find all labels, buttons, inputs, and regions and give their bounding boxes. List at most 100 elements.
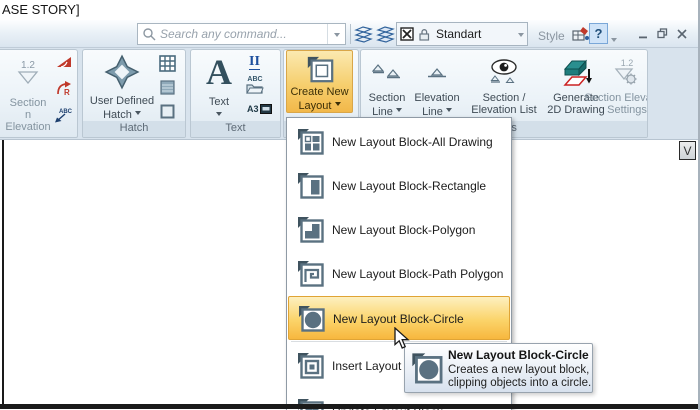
menu-item-label: New Layout Block-Rectangle [332,179,486,193]
section-label-1: Section [3,97,53,109]
ii-icon: II [249,54,260,69]
generate-2d-icon [559,57,593,87]
hatch-diamond-icon [104,54,140,90]
radius-dim-button[interactable]: R [55,80,73,98]
menu-item-polygon[interactable]: New Layout Block-Polygon [288,208,510,252]
tooltip-line-1: Creates a new layout block, [448,364,589,376]
chevron-down-icon [611,38,617,45]
style-combo[interactable]: Standart [396,22,528,46]
menu-item-path-polygon[interactable]: New Layout Block-Path Polygon [288,252,510,296]
insert-layout-block-icon [296,351,325,380]
menu-item-all-drawing[interactable]: New Layout Block-All Drawing [288,120,510,164]
lock-icon [418,27,430,41]
minimize-icon [638,29,648,39]
minimize-button[interactable] [636,27,650,40]
svg-text:R: R [64,88,70,97]
edit-style-button[interactable] [572,26,590,42]
layers-icon [354,25,373,43]
tools-btn2-l1: Section / [471,92,536,104]
window-bottom-edge [0,404,700,409]
text-button[interactable]: A Text [195,52,243,122]
text-label: Text [209,96,229,108]
menu-item-rectangle[interactable]: New Layout Block-Rectangle [288,164,510,208]
menu-item-label: New Layout Block-Path Polygon [332,267,503,281]
section-line-button[interactable]: Section Line [363,52,411,118]
layout-all-drawing-icon [296,127,325,156]
menu-item-label: New Layout Block-Circle [333,312,464,326]
ribbon-group-hatch: User Defined Hatch [82,49,186,138]
create-new-layout-button[interactable]: Create New Layout [286,50,353,113]
elevation-line-button[interactable]: Elevation Line [411,52,463,118]
tools-btn0-l2: Line [369,104,406,118]
column-text-button[interactable]: II [249,54,260,70]
application-window: ASE STORY] Search any command... [0,0,700,410]
hatch-label-2: Hatch [90,107,154,121]
search-icon [142,27,156,41]
dropdown-caret-icon [135,111,141,118]
text3d-box-icon [260,104,272,114]
solid-hatch-icon [160,80,175,95]
search-input[interactable]: Search any command... [160,27,327,41]
dropdown-caret-icon [446,108,452,115]
layer-list-button[interactable] [354,25,373,43]
red-radius-icon: R [55,80,73,98]
solid-hatch-button[interactable] [160,80,175,95]
grid-hatch-button[interactable] [159,55,176,72]
settings-gear-icon [614,68,640,86]
section-elevation-list-button[interactable]: Section / Elevation List [463,52,545,116]
layout-circle-icon [410,351,444,385]
tools-btn4-l2: Settings [585,104,649,116]
tooltip-line-2: clipping objects into a circle. [448,377,591,389]
create-label-1: Create New [290,86,348,98]
restore-icon [657,28,668,39]
menu-item-label: New Layout Block-Polygon [332,223,475,237]
group-footer-hatch: Hatch [83,121,185,137]
abc-arrow-icon: ABC [53,106,73,123]
command-search-box[interactable]: Search any command... [137,23,346,45]
dropdown-caret-icon [216,112,222,119]
canvas-border [2,140,4,406]
close-icon [677,29,687,39]
tools-btn0-l1: Section [369,92,406,104]
user-defined-hatch-button[interactable]: User Defined Hatch [89,52,155,121]
tooltip-title: New Layout Block-Circle [448,348,589,362]
close-button[interactable] [675,27,689,40]
group-footer-text: Text [191,121,280,137]
section-line-icon [372,63,402,81]
style-label: Style [538,29,565,43]
outline-hatch-button[interactable] [160,104,175,119]
dropdown-caret-icon [335,102,341,109]
layout-path-polygon-icon [296,259,325,288]
canvas-corner-button[interactable]: V [679,141,696,160]
import-text-button[interactable]: ABC [246,76,264,94]
layer-stack-button[interactable] [376,25,395,43]
section-label-2: n Elevation [3,109,53,133]
angle-measure-button[interactable] [55,54,72,69]
section-marker-icon [17,71,39,84]
tools-btn4-l1: Section Elevation [585,92,649,104]
v-glyph: V [683,144,691,158]
text-3d-button[interactable]: A3 [247,104,272,114]
toolbar-separator [350,24,351,44]
standart-value: Standart [434,27,514,41]
menu-item-label: New Layout Block-All Drawing [332,135,493,149]
abc-glyph: ABC [246,76,264,83]
window-title: ASE STORY] [2,2,80,17]
chevron-down-icon [518,33,524,40]
red-angle-icon [55,54,72,69]
tools-btn2-l2: Elevation List [471,104,536,116]
section-elevation-settings-button[interactable]: 1.2 Section Elevation Settin [607,52,647,116]
section-elevation-button[interactable]: 1.2 Section n Elevation [3,52,53,133]
tools-btn1-l2: Line [414,104,459,118]
help-button[interactable]: ? [589,23,608,44]
layout-rectangle-icon [296,171,325,200]
settings-badge: 1.2 [621,58,634,68]
quick-access-toolbar: Search any command... [0,20,700,48]
edit-style-icon [572,26,590,42]
restore-button[interactable] [655,27,669,40]
tools-btn1-l1: Elevation [414,92,459,104]
abc-dim-button[interactable]: ABC [53,106,73,123]
search-dropdown-button[interactable] [327,24,345,44]
mouse-cursor-icon [394,327,411,350]
dropdown-caret-icon [396,108,402,115]
